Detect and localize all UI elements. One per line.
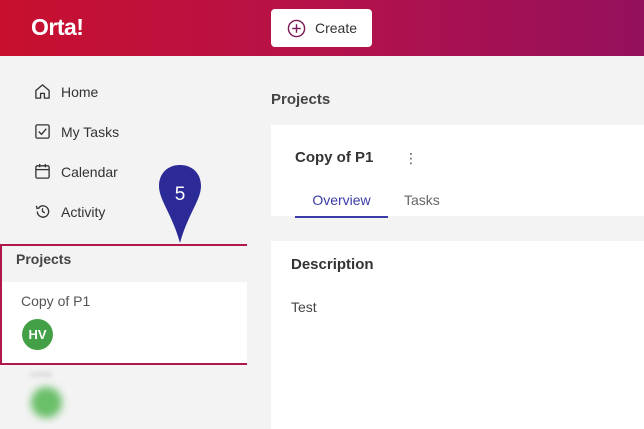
tab-overview[interactable]: Overview [295,192,388,218]
callout-number: 5 [174,184,186,205]
app-logo[interactable]: Orta! [31,14,84,41]
sidebar-item-my-tasks[interactable]: My Tasks [34,123,119,140]
home-icon [35,84,50,99]
description-text: Test [291,299,317,315]
history-icon [35,205,50,218]
breadcrumb: Projects [271,91,331,108]
sidebar-item-label: Calendar [61,163,118,180]
blurred-avatar [31,387,62,418]
page-title: Copy of P1 [295,149,374,166]
tab-tasks[interactable]: Tasks [404,192,440,208]
sidebar-item-calendar[interactable]: Calendar [34,163,118,180]
checkbox-icon [35,124,50,139]
create-button-label: Create [315,20,358,36]
sidebar-item-activity[interactable]: Activity [34,203,105,220]
plus-circle-icon [287,19,306,37]
create-button[interactable]: Create [271,9,372,47]
sidebar-item-label: Activity [61,203,106,220]
top-bar: Orta! Create [0,0,644,56]
sidebar-item-label: Home [61,83,99,100]
highlight-frame [0,244,258,365]
more-options-icon[interactable]: ⋮ [404,150,418,167]
sidebar-item-label: My Tasks [61,123,120,140]
sidebar-item-home[interactable]: Home [34,83,98,100]
description-title: Description [291,256,374,273]
calendar-icon [35,163,50,179]
blurred-item [30,372,52,377]
